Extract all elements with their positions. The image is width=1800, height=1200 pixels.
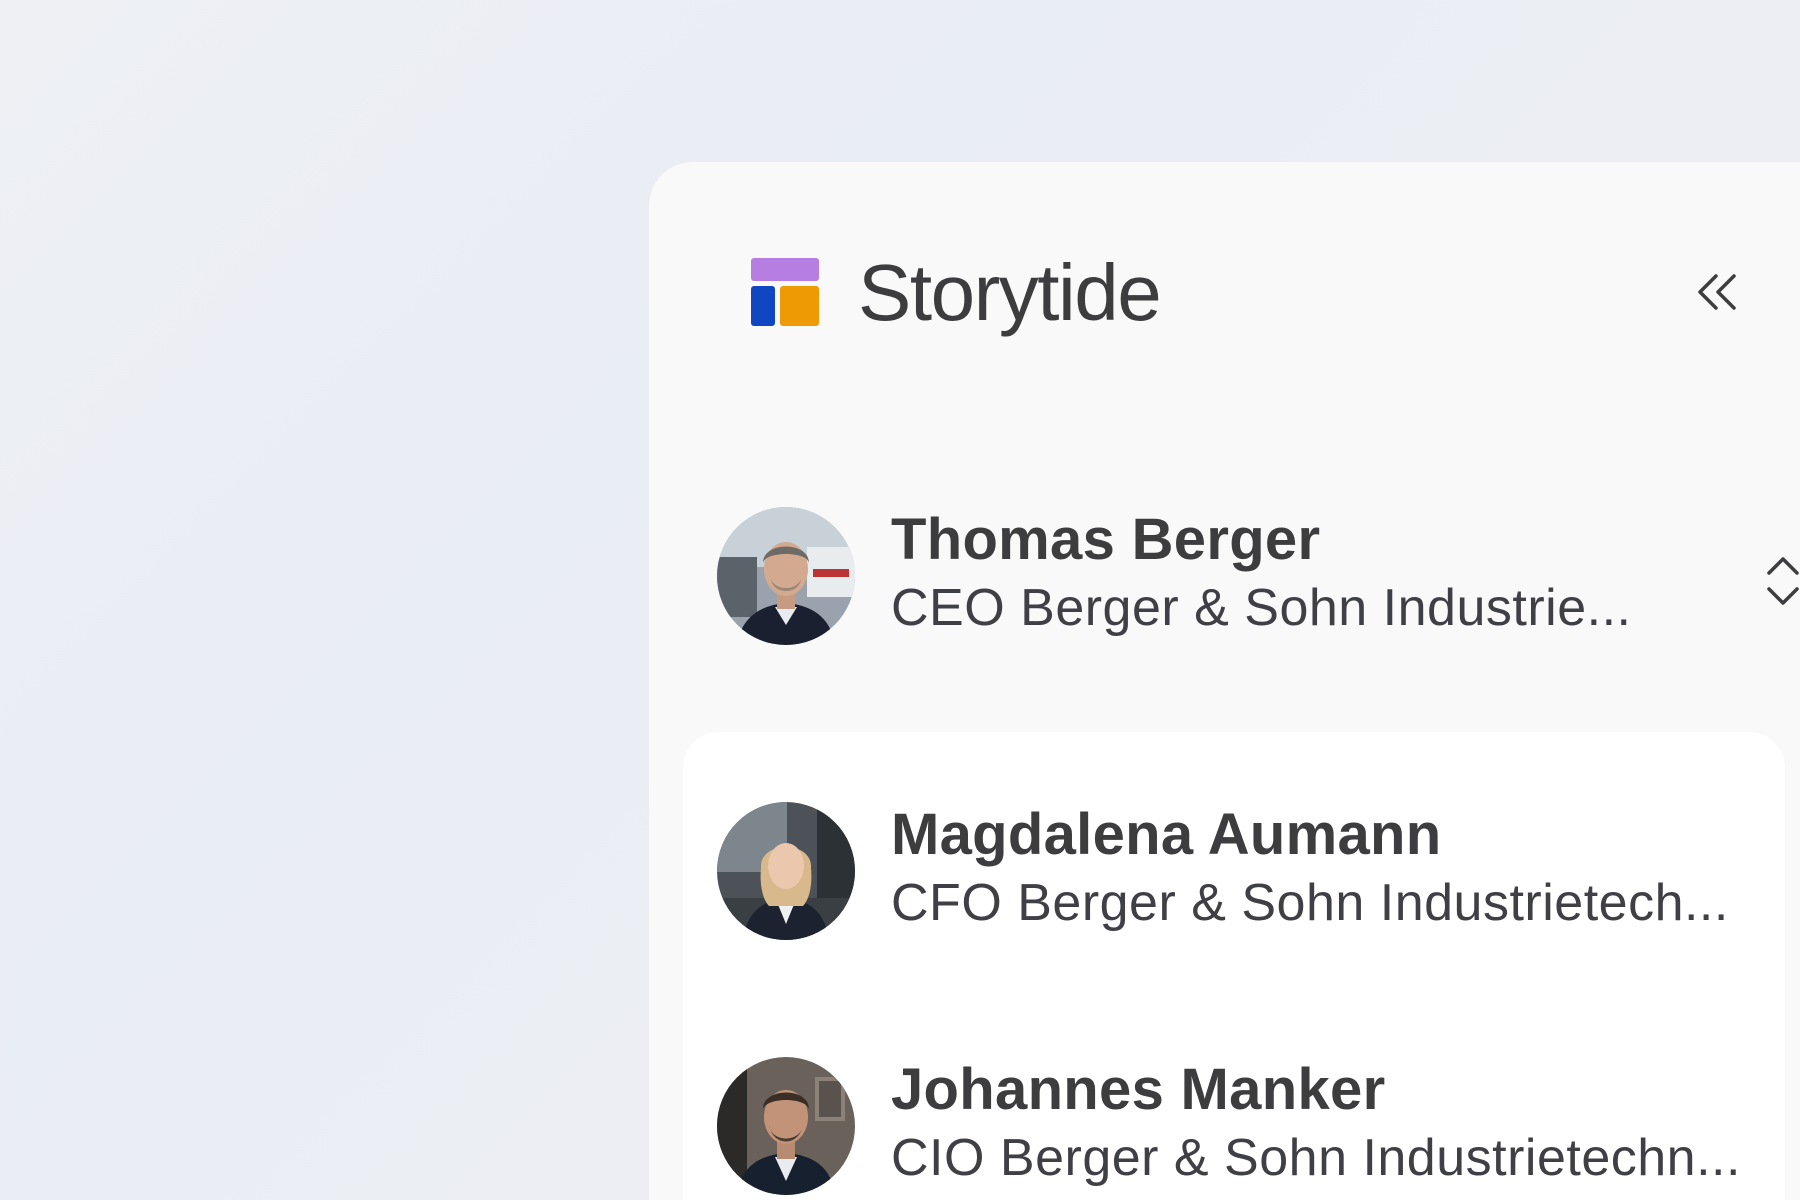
- current-account-switcher[interactable]: Thomas Berger CEO Berger & Sohn Industri…: [717, 507, 1800, 647]
- account-role: CEO Berger & Sohn Industrie...: [891, 579, 1632, 637]
- account-name: Thomas Berger: [891, 507, 1321, 572]
- avatar-thomas-berger: [717, 507, 855, 645]
- switch-account-button[interactable]: [1755, 543, 1800, 623]
- storytide-logo-icon: [751, 258, 819, 326]
- account-name: Magdalena Aumann: [891, 802, 1442, 867]
- current-account-text: Thomas Berger CEO Berger & Sohn Industri…: [891, 507, 1651, 641]
- chevrons-left-icon: [1696, 272, 1740, 317]
- sidebar-header: Storytide: [751, 248, 1800, 368]
- list-item[interactable]: Johannes Manker CIO Berger & Sohn Indust…: [717, 1057, 1785, 1197]
- chevrons-up-down-icon: [1763, 553, 1800, 614]
- collapse-sidebar-button[interactable]: [1690, 266, 1746, 322]
- account-name: Johannes Manker: [891, 1057, 1386, 1122]
- avatar-johannes-manker: [717, 1057, 855, 1195]
- account-text: Johannes Manker CIO Berger & Sohn Indust…: [891, 1057, 1791, 1191]
- account-sidebar-panel: Storytide Thomas Berger CEO Berger & Soh…: [649, 162, 1800, 1200]
- avatar-magdalena-aumann: [717, 802, 855, 940]
- list-item[interactable]: Magdalena Aumann CFO Berger & Sohn Indus…: [717, 802, 1785, 942]
- brand-name: Storytide: [858, 248, 1162, 337]
- account-role: CFO Berger & Sohn Industrietech...: [891, 874, 1729, 932]
- account-list: Magdalena Aumann CFO Berger & Sohn Indus…: [683, 732, 1785, 1200]
- account-role: CIO Berger & Sohn Industrietechn...: [891, 1129, 1741, 1187]
- account-text: Magdalena Aumann CFO Berger & Sohn Indus…: [891, 802, 1791, 936]
